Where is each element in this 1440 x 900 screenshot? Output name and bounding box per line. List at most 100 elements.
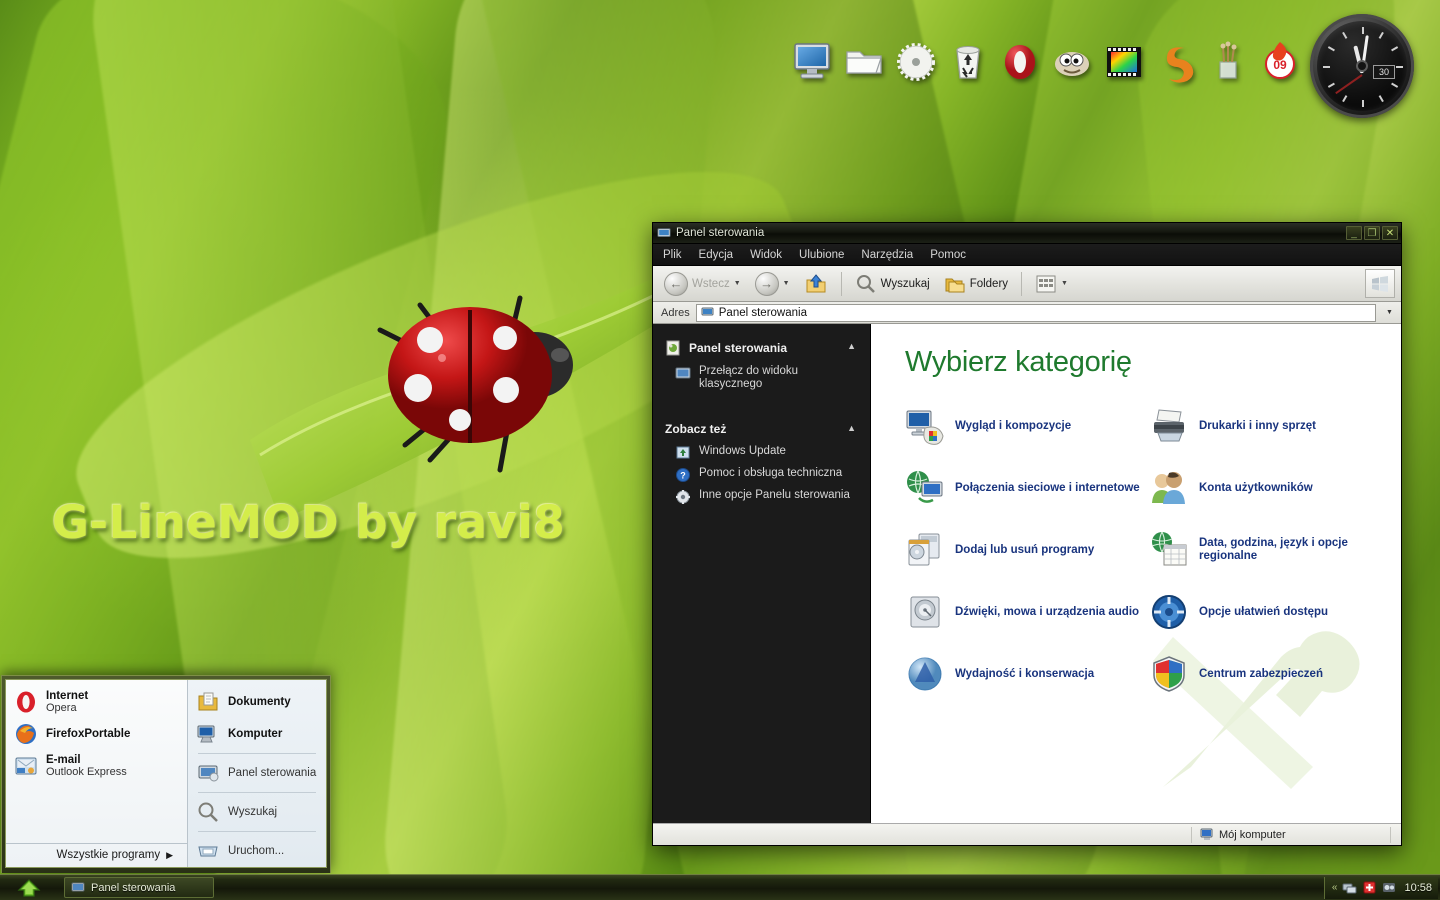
category-date-time-language[interactable]: Data, godzina, język i opcje regionalne xyxy=(1149,519,1393,581)
s-app-icon[interactable] xyxy=(1154,38,1198,84)
close-button[interactable]: ✕ xyxy=(1382,226,1398,240)
control-panel-icon xyxy=(657,228,671,237)
address-value: Panel sterowania xyxy=(718,306,807,319)
network-icon[interactable] xyxy=(1342,880,1357,895)
recycle-bin-icon[interactable] xyxy=(946,38,990,84)
forward-arrow-icon: → xyxy=(754,271,779,296)
category-label: Dźwięki, mowa i urządzenia audio xyxy=(955,605,1140,618)
address-dropdown-caret[interactable]: ▼ xyxy=(1382,304,1397,322)
chevron-up-icon[interactable]: ▲ xyxy=(847,341,856,351)
clock-face: 30 xyxy=(1317,21,1407,111)
search-button[interactable]: Wyszukaj xyxy=(850,270,935,298)
taskbar: Panel sterowania « 10:58 xyxy=(0,874,1440,900)
menu-narzedzia[interactable]: Narzędzia xyxy=(861,249,913,261)
appearance-themes-icon xyxy=(906,410,944,445)
control-panel-icon xyxy=(198,765,219,782)
menu-ulubione[interactable]: Ulubione xyxy=(799,249,844,261)
windows-update-icon xyxy=(676,446,690,459)
clock-date-box: 30 xyxy=(1373,65,1395,79)
category-appearance-themes[interactable]: Wygląd i kompozycje xyxy=(905,395,1149,457)
my-computer-icon xyxy=(1200,828,1213,840)
performance-maintenance-icon xyxy=(908,657,942,691)
clock-gadget[interactable]: 30 xyxy=(1310,14,1414,118)
all-programs-button[interactable]: Wszystkie programy ▶ xyxy=(6,843,187,867)
windows-logo-badge xyxy=(1365,269,1395,298)
up-folder-icon xyxy=(806,273,826,292)
status-cell: Mój komputer xyxy=(1191,826,1391,843)
antivirus-icon[interactable] xyxy=(1362,880,1377,895)
category-accessibility[interactable]: Opcje ułatwień dostępu xyxy=(1149,581,1393,643)
sidebar-item-label: Inne opcje Panelu sterowania xyxy=(699,489,850,501)
back-label: Wstecz xyxy=(692,277,730,290)
opera-browser-icon[interactable] xyxy=(998,38,1042,84)
maximize-button[interactable]: ❐ xyxy=(1364,226,1380,240)
my-computer-icon[interactable] xyxy=(790,38,834,84)
category-printers-hardware[interactable]: Drukarki i inny sprzęt xyxy=(1149,395,1393,457)
start-item-dokumenty[interactable]: Dokumenty xyxy=(188,686,326,718)
start-item-email-outlook[interactable]: E-mail Outlook Express xyxy=(6,750,187,782)
menu-edycja[interactable]: Edycja xyxy=(699,249,734,261)
category-sounds-audio[interactable]: Dźwięki, mowa i urządzenia audio xyxy=(905,581,1149,643)
address-input[interactable]: Panel sterowania xyxy=(695,303,1376,322)
menu-widok[interactable]: Widok xyxy=(750,249,782,261)
sidebar-item-label: Przełącz do widoku klasycznego xyxy=(699,365,799,390)
start-item-komputer[interactable]: Komputer xyxy=(188,718,326,750)
start-button[interactable] xyxy=(2,876,56,900)
back-dropdown-caret[interactable]: ▼ xyxy=(734,280,741,287)
my-documents-folder-icon[interactable] xyxy=(842,38,886,84)
views-button[interactable]: ▼ xyxy=(1030,270,1073,298)
tray-clock[interactable]: 10:58 xyxy=(1404,882,1432,894)
start-item-title: E-mail xyxy=(46,754,81,766)
category-add-remove-programs[interactable]: Dodaj lub usuń programy xyxy=(905,519,1149,581)
all-programs-label: Wszystkie programy xyxy=(56,849,161,861)
menu-pomoc[interactable]: Pomoc xyxy=(930,249,966,261)
start-item-internet-opera[interactable]: Internet Opera xyxy=(6,686,187,718)
category-user-accounts[interactable]: Konta użytkowników xyxy=(1149,457,1393,519)
paint-brushes-icon[interactable] xyxy=(1206,38,1250,84)
start-item-label: Dokumenty xyxy=(228,696,291,708)
category-label: Wygląd i kompozycje xyxy=(955,419,1072,432)
back-button[interactable]: ← Wstecz ▼ xyxy=(659,270,746,298)
window-controls: _ ❐ ✕ xyxy=(1346,226,1398,240)
minimize-button[interactable]: _ xyxy=(1346,226,1362,240)
start-orb-icon xyxy=(17,878,41,897)
start-item-uruchom[interactable]: Uruchom... xyxy=(188,835,326,867)
category-security-center[interactable]: Centrum zabezpieczeń xyxy=(1149,643,1393,705)
gimp-icon[interactable] xyxy=(1050,38,1094,84)
views-dropdown-caret[interactable]: ▼ xyxy=(1061,280,1068,287)
video-editor-icon[interactable] xyxy=(1102,38,1146,84)
sidebar-group-header-control-panel[interactable]: Panel sterowania ▲ xyxy=(653,338,870,362)
settings-gear-icon[interactable] xyxy=(894,38,938,84)
forward-button[interactable]: → ▼ xyxy=(750,270,795,298)
sidebar-item-switch-classic-view[interactable]: Przełącz do widoku klasycznego xyxy=(653,362,870,394)
toolbar-separator-1 xyxy=(840,271,842,296)
flame-09-icon[interactable]: 09 xyxy=(1258,38,1302,84)
start-item-wyszukaj[interactable]: Wyszukaj xyxy=(188,796,326,828)
forward-dropdown-caret[interactable]: ▼ xyxy=(783,280,790,287)
volume-icon[interactable] xyxy=(1382,880,1397,895)
taskbar-item-control-panel[interactable]: Panel sterowania xyxy=(64,877,214,898)
folders-button[interactable]: Foldery xyxy=(939,270,1013,298)
tray-expand-icon[interactable]: « xyxy=(1332,882,1338,893)
sidebar-item-windows-update[interactable]: Windows Update xyxy=(653,442,870,464)
sidebar-group-header-see-also[interactable]: Zobacz też ▲ xyxy=(653,420,870,442)
sidebar-item-label: Pomoc i obsługa techniczna xyxy=(699,467,843,479)
sidebar-item-other-options[interactable]: Inne opcje Panelu sterowania xyxy=(653,486,870,508)
start-item-panel-sterowania[interactable]: Panel sterowania xyxy=(188,757,326,789)
category-label: Dodaj lub usuń programy xyxy=(955,543,1095,556)
start-item-firefox-portable[interactable]: FirefoxPortable xyxy=(6,718,187,750)
clock-center-pin xyxy=(1358,62,1366,70)
help-icon: ? xyxy=(676,468,690,482)
up-button[interactable] xyxy=(799,270,833,298)
chevron-up-icon[interactable]: ▲ xyxy=(847,423,856,433)
sounds-audio-icon xyxy=(910,596,940,628)
window-titlebar[interactable]: Panel sterowania _ ❐ ✕ xyxy=(653,223,1401,244)
firefox-icon xyxy=(16,724,36,744)
chevron-right-icon: ▶ xyxy=(166,849,173,860)
menu-plik[interactable]: Plik xyxy=(663,249,682,261)
start-menu-columns: Internet Opera FirefoxPortable E-mail Ou… xyxy=(5,679,327,868)
clock-second-hand xyxy=(1335,74,1363,95)
category-performance-maintenance[interactable]: Wydajność i konserwacja xyxy=(905,643,1149,705)
sidebar-item-help-support[interactable]: ? Pomoc i obsługa techniczna xyxy=(653,464,870,486)
category-network-internet[interactable]: Połączenia sieciowe i internetowe xyxy=(905,457,1149,519)
